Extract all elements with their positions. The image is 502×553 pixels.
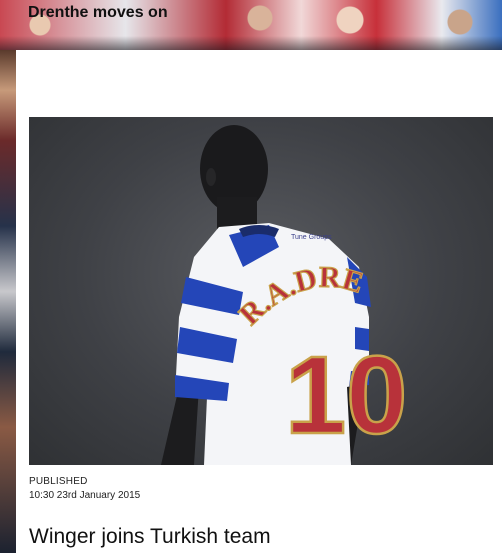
player-ear xyxy=(206,168,216,186)
published-label: PUBLISHED xyxy=(29,476,88,487)
player-left-arm xyxy=(161,387,199,465)
article-headline[interactable]: Winger joins Turkish team xyxy=(29,525,271,549)
published-timestamp: 10:30 23rd January 2015 xyxy=(29,490,141,501)
crowd-side-strip xyxy=(0,50,16,553)
shirt-sponsor: Tune Groups xyxy=(291,234,332,241)
page-title: Drenthe moves on xyxy=(28,4,168,21)
player-illustration: Tune Groups R.A.DRENTHE 10 xyxy=(29,117,409,465)
article-photo[interactable]: Tune Groups R.A.DRENTHE 10 xyxy=(29,117,493,465)
shirt-number: 10 xyxy=(285,334,407,457)
